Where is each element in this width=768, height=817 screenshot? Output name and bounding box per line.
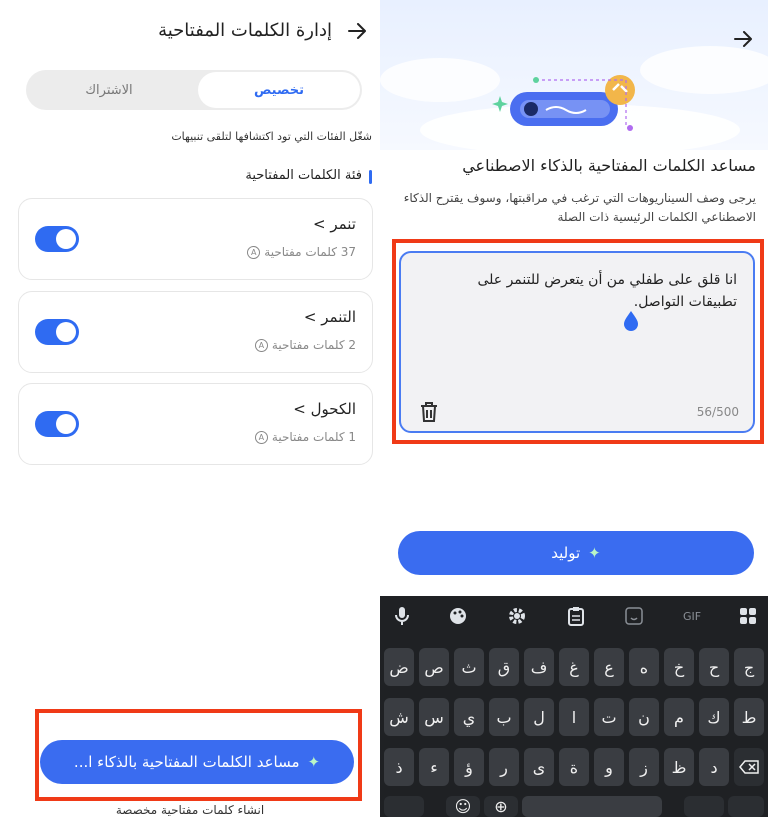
generate-button[interactable]: ✦ توليد [398,531,754,575]
textarea-value[interactable]: انا قلق على طفلي من أن يتعرض للتنمر على … [437,269,737,313]
mic-icon[interactable] [390,604,414,628]
key[interactable]: ح [699,648,729,686]
space-bar[interactable] [522,796,662,817]
create-custom-keywords-link[interactable]: انشاء كلمات مفتاحية مخصصة [0,803,380,817]
keyboard-row-3: ذ ء ؤ ر ى ة و ز ظ د [384,748,764,786]
ai-badge-icon: A [247,245,261,259]
left-header: إدارة الكلمات المفتاحية [0,14,380,50]
back-arrow-icon[interactable] [340,14,374,48]
gif-button[interactable]: GIF [678,604,706,628]
key[interactable]: م [664,698,694,736]
char-counter: 56/500 [696,405,739,419]
backspace-icon[interactable] [734,748,764,786]
sticker-icon[interactable] [622,604,646,628]
tab-switcher: تخصيص الاشتراك [26,70,362,110]
key[interactable]: ر [489,748,519,786]
key[interactable]: و [594,748,624,786]
key[interactable]: ج [734,648,764,686]
tab-subscription[interactable]: الاشتراك [26,70,192,110]
keyboard-row-2: ش س ي ب ل ا ت ن م ك ط [384,698,764,736]
keyboard-row-1: ض ص ث ق ف غ ع ه خ ح ج [384,648,764,686]
page-title: إدارة الكلمات المفتاحية [158,20,332,41]
key[interactable]: ى [524,748,554,786]
key[interactable] [728,796,764,817]
key[interactable]: ز [629,748,659,786]
keyboard-toolbar: GIF [380,596,768,636]
assistant-description: يرجى وصف السيناريوهات التي ترغب في مراقب… [403,191,756,224]
key[interactable]: خ [664,648,694,686]
key[interactable]: ع [594,648,624,686]
key[interactable]: ل [524,698,554,736]
category-card-alcohol[interactable]: الكحول > 1 كلمات مفتاحية A [18,383,373,465]
emoji-icon[interactable]: ☺ [446,796,480,817]
back-arrow-icon[interactable] [726,22,760,56]
key[interactable]: ب [489,698,519,736]
clipboard-icon[interactable] [564,604,588,628]
gear-icon[interactable] [505,604,529,628]
key[interactable]: ذ [384,748,414,786]
keyboard-row-4: ☺ ⊕ [384,796,764,817]
key[interactable]: ؤ [454,748,484,786]
trash-icon[interactable] [419,401,439,423]
category-name[interactable]: تنمر > [313,215,356,233]
hero-illustration [380,0,768,156]
ai-badge-icon: A [254,430,268,444]
key[interactable]: غ [559,648,589,686]
category-heading: فئة الكلمات المفتاحية [245,168,372,184]
category-card-the-bullying[interactable]: التنمر > 2 كلمات مفتاحية A [18,291,373,373]
ai-badge-icon: A [254,338,268,352]
globe-icon[interactable]: ⊕ [484,796,518,817]
key[interactable]: ق [489,648,519,686]
key[interactable]: ء [419,748,449,786]
keyword-count: 37 كلمات مفتاحية A [247,245,356,259]
key[interactable]: ث [454,648,484,686]
key[interactable]: ة [559,748,589,786]
key[interactable]: ظ [664,748,694,786]
key[interactable]: ت [594,698,624,736]
key[interactable]: ه [629,648,659,686]
grid-icon[interactable] [736,604,760,628]
category-toggle[interactable] [35,411,79,437]
key[interactable] [684,796,724,817]
arabic-keyboard: GIF ض ص ث ق ف غ ع ه خ ح ج ش س ي ب ل ا ت … [380,596,768,817]
key[interactable]: د [699,748,729,786]
category-toggle[interactable] [35,226,79,252]
key[interactable]: ا [559,698,589,736]
category-name[interactable]: التنمر > [304,308,356,326]
hint-text: شغّل الفئات التي تود اكتشافها لتلقى تنبي… [171,130,372,143]
key[interactable]: ي [454,698,484,736]
keyword-count: 1 كلمات مفتاحية A [254,430,356,444]
category-name[interactable]: الكحول > [293,400,356,418]
sparkle-icon: ✦ [307,753,321,771]
scenario-textarea[interactable]: انا قلق على طفلي من أن يتعرض للتنمر على … [399,251,755,433]
key[interactable]: س [419,698,449,736]
palette-icon[interactable] [446,604,470,628]
key[interactable]: ك [699,698,729,736]
tab-customize[interactable]: تخصيص [198,72,360,108]
ai-keyword-assistant-panel: مساعد الكلمات المفتاحية بالذكاء الاصطناع… [380,0,768,817]
keyword-count: 2 كلمات مفتاحية A [254,338,356,352]
key[interactable]: ن [629,698,659,736]
assistant-title: مساعد الكلمات المفتاحية بالذكاء الاصطناع… [462,156,756,175]
sparkle-icon: ✦ [588,544,601,562]
key[interactable] [384,796,424,817]
key[interactable]: ض [384,648,414,686]
screen: إدارة الكلمات المفتاحية تخصيص الاشتراك ش… [0,0,768,817]
key[interactable]: ص [419,648,449,686]
key[interactable]: ط [734,698,764,736]
cursor-handle-icon[interactable] [620,309,642,331]
ai-assistant-button[interactable]: ✦ مساعد الكلمات المفتاحية بالذكاء ا... [40,740,354,784]
category-toggle[interactable] [35,319,79,345]
keyword-management-panel: إدارة الكلمات المفتاحية تخصيص الاشتراك ش… [0,0,380,817]
key[interactable]: ش [384,698,414,736]
category-card-bullying[interactable]: تنمر > 37 كلمات مفتاحية A [18,198,373,280]
key[interactable]: ف [524,648,554,686]
